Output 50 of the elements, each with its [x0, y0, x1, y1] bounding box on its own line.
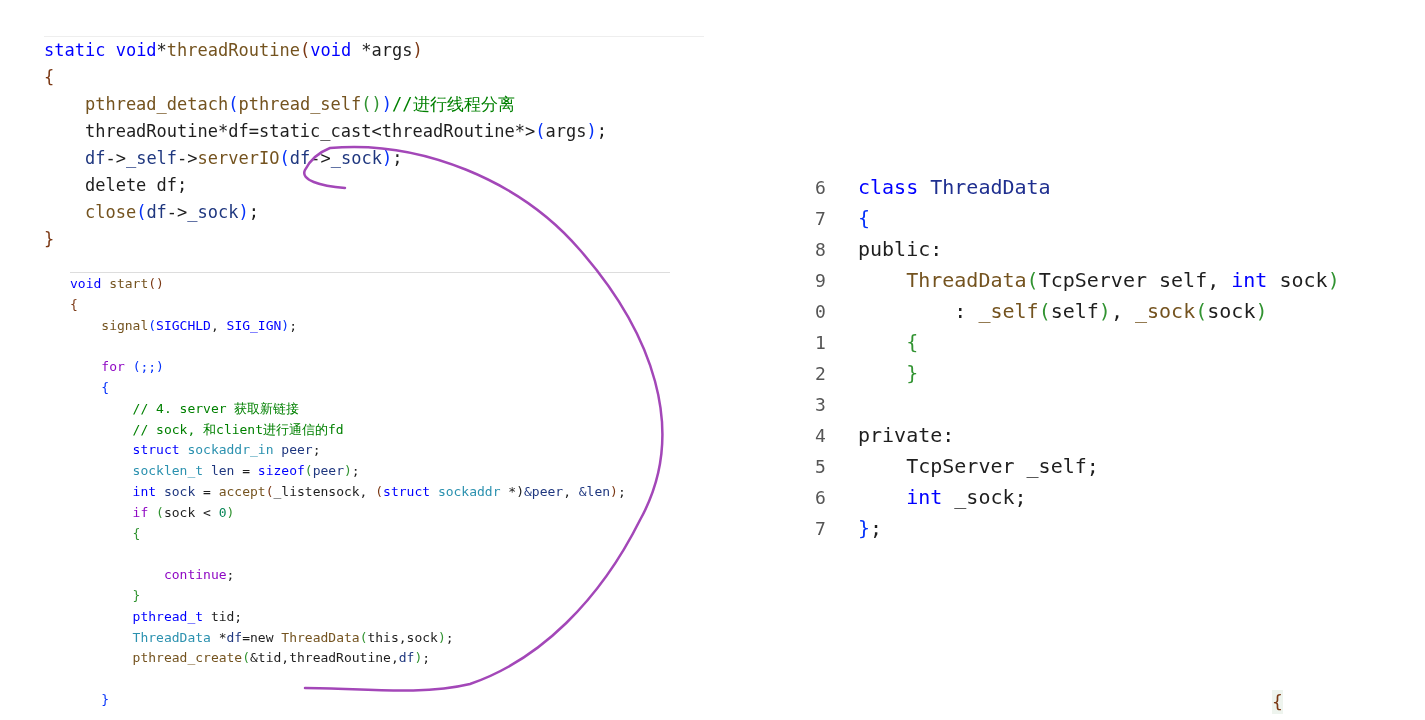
code-line: {: [858, 205, 871, 232]
code-line: ThreadData *df=new ThreadData(this,sock);: [131, 628, 454, 647]
line-number: 5: [815, 455, 827, 479]
code-line: {: [70, 295, 78, 314]
line-number: 8: [815, 238, 827, 262]
code-line: class ThreadData: [858, 174, 1051, 201]
code-line: socklen_t len = sizeof(peer);: [131, 462, 360, 481]
code-line: : _self(self), _sock(sock): [953, 298, 1268, 325]
code-line: if (sock < 0): [131, 503, 235, 522]
line-number: 6: [815, 176, 827, 200]
code-line: signal(SIGCHLD, SIG_IGN);: [100, 316, 297, 335]
line-number: 3: [815, 393, 827, 417]
line-number: 9: [815, 269, 827, 293]
code-line: private:: [858, 422, 955, 449]
line-number: 2: [815, 362, 827, 386]
code-line: };: [858, 515, 883, 542]
code-line: int _sock;: [905, 484, 1027, 511]
code-line: pthread_create(&tid,threadRoutine,df);: [131, 649, 431, 668]
code-line: {: [131, 524, 141, 543]
code-line: }: [905, 360, 919, 387]
code-line: public:: [858, 236, 943, 263]
code-line: }: [44, 228, 55, 251]
line-number: 0: [815, 300, 827, 324]
code-line: {: [905, 329, 919, 356]
code-line: static void*threadRoutine(void *args): [44, 39, 423, 62]
line-number: 7: [815, 207, 827, 231]
code-line: pthread_t tid;: [131, 607, 243, 626]
code-line: }: [131, 586, 141, 605]
code-line: threadRoutine*df=static_cast<threadRoutine*>(args);: [83, 120, 607, 143]
code-line: struct sockaddr_in peer;: [131, 441, 321, 460]
code-line: df->_self->serverIO(df->_sock);: [83, 147, 403, 170]
code-line: close(df->_sock);: [83, 201, 260, 224]
code-line: // 4. server 获取新链接: [131, 399, 300, 418]
code-line: ThreadData(TcpServer self, int sock): [905, 267, 1340, 294]
code-line: continue;: [162, 566, 235, 585]
code-line: delete df;: [83, 174, 188, 197]
line-number: 4: [815, 424, 827, 448]
code-line: {: [44, 66, 55, 89]
code-line: for (;;): [100, 358, 164, 377]
line-number: 1: [815, 331, 827, 355]
code-line: void start(): [70, 275, 164, 293]
code-line: int sock = accept(_listensock, (struct sockaddr *)&peer, &len);: [131, 482, 626, 501]
code-line: }: [100, 690, 110, 709]
line-number: 6: [815, 486, 827, 510]
code-line: // sock, 和client进行通信的fd: [131, 420, 344, 439]
code-line: {: [1272, 690, 1283, 714]
code-line: TcpServer _self;: [905, 453, 1099, 480]
line-number: 7: [815, 517, 827, 541]
code-line: {: [100, 379, 110, 397]
code-line: pthread_detach(pthread_self())//进行线程分离: [83, 93, 515, 116]
